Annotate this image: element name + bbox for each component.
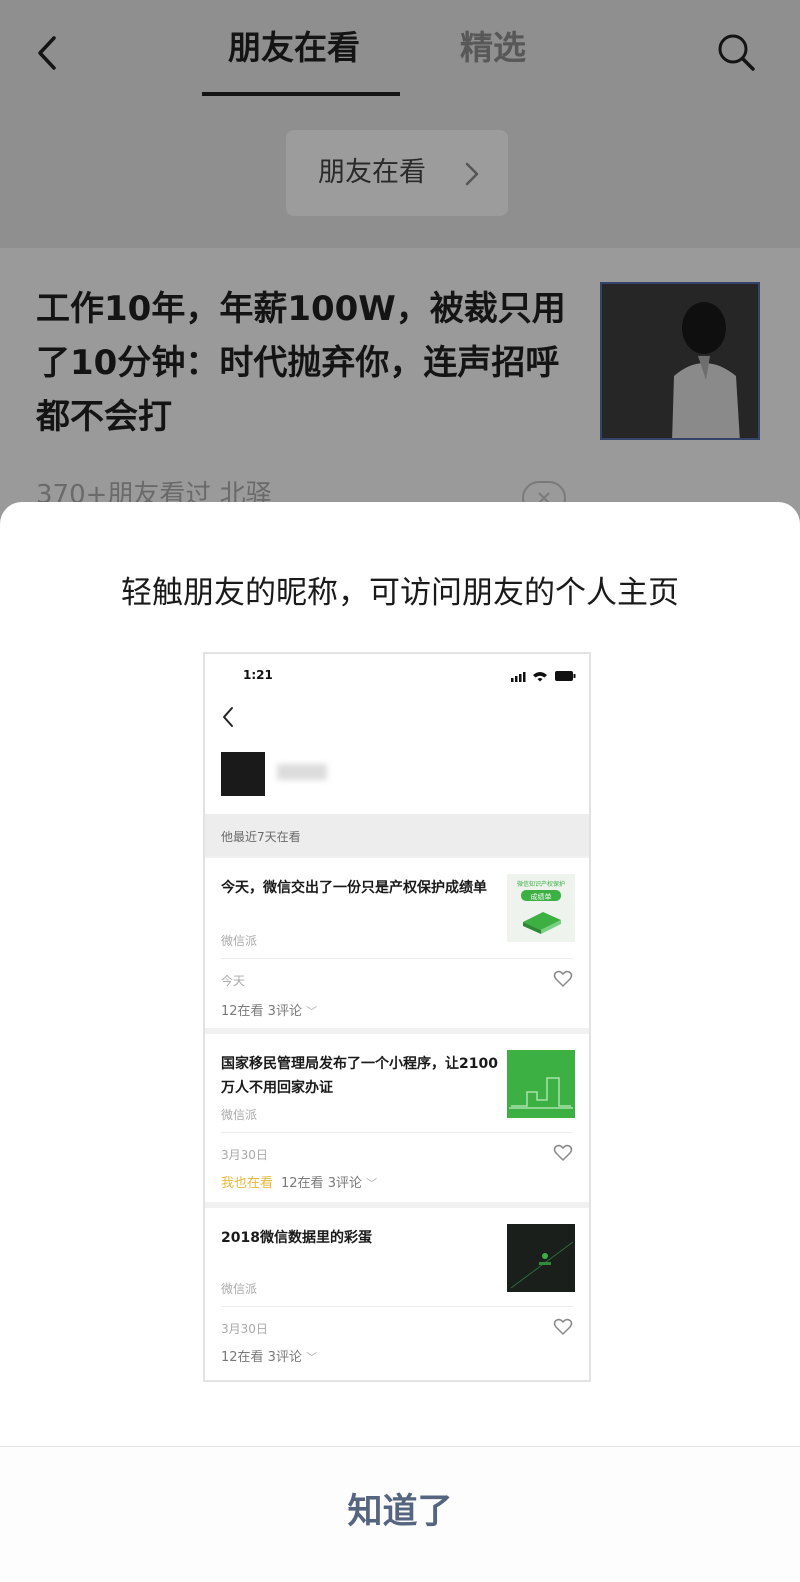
chevron-down-icon: ﹀ <box>366 1177 378 1190</box>
heart-icon <box>553 970 573 988</box>
active-tab-indicator <box>202 92 400 96</box>
battery-icon <box>555 671 573 681</box>
tip-modal: 轻触朋友的昵称，可访问朋友的个人主页 1:21 他最近7天在看 今天，微信交出了… <box>0 502 800 1582</box>
got-it-label: 知道了 <box>347 1492 453 1532</box>
friends-watching-filter[interactable]: 朋友在看 <box>286 130 508 216</box>
list-item: 国家移民管理局发布了一个小程序，让2100万人不用回家办证 微信派 3月30日 … <box>205 1034 589 1202</box>
status-icons <box>511 671 576 682</box>
card-stats: 12在看 3评论 ﹀ <box>221 1004 318 1019</box>
blurred-nickname <box>277 764 327 780</box>
back-arrow-icon <box>223 707 233 727</box>
card-thumbnail: 微信知识产权保护 成绩单 <box>507 874 575 942</box>
svg-text:成绩单: 成绩单 <box>531 892 552 901</box>
preview-header: 1:21 <box>205 654 589 814</box>
card-stats: 12在看 3评论 ﹀ <box>221 1350 318 1365</box>
card-date: 3月30日 <box>221 1148 268 1162</box>
tab-featured[interactable]: 精选 <box>460 26 526 70</box>
recent-section-header: 他最近7天在看 <box>205 814 589 856</box>
article-title[interactable]: 工作10年，年薪100W，被裁只用了10分钟：时代抛弃你，连声招呼都不会打 <box>36 282 576 444</box>
preview-screenshot: 1:21 他最近7天在看 今天，微信交出了一份只是产权保护成绩单 微信派 微信知… <box>203 652 591 1382</box>
filter-label: 朋友在看 <box>318 157 426 188</box>
card-source: 微信派 <box>221 934 258 948</box>
heart-icon <box>553 1318 573 1336</box>
card-date: 3月30日 <box>221 1322 268 1336</box>
heart-icon <box>553 1144 573 1162</box>
tab-friends-watching[interactable]: 朋友在看 <box>228 26 360 70</box>
card-title: 国家移民管理局发布了一个小程序，让2100万人不用回家办证 <box>221 1056 498 1096</box>
preview-clock: 1:21 <box>243 668 273 682</box>
section-label: 他最近7天在看 <box>221 830 301 844</box>
back-arrow-icon <box>38 36 56 70</box>
chevron-down-icon: ﹀ <box>306 1351 318 1364</box>
card-thumbnail <box>507 1050 575 1118</box>
search-button[interactable] <box>714 30 758 74</box>
signal-icon <box>511 678 514 682</box>
search-icon <box>718 34 755 71</box>
svg-text:微信知识产权保护: 微信知识产权保护 <box>517 880 565 888</box>
back-button[interactable] <box>28 28 68 78</box>
wifi-icon <box>533 672 547 682</box>
chevron-right-icon <box>465 162 479 186</box>
list-item: 2018微信数据里的彩蛋 微信派 3月30日 12在看 3评论 ﹀ <box>205 1208 589 1380</box>
list-item: 今天，微信交出了一份只是产权保护成绩单 微信派 微信知识产权保护 成绩单 今天 … <box>205 858 589 1028</box>
card-stats: 我也在看 12在看 3评论 ﹀ <box>221 1176 378 1191</box>
modal-heading: 轻触朋友的昵称，可访问朋友的个人主页 <box>121 575 679 611</box>
got-it-button[interactable]: 知道了 <box>0 1447 800 1582</box>
card-title: 今天，微信交出了一份只是产权保护成绩单 <box>221 880 487 896</box>
card-source: 微信派 <box>221 1108 258 1122</box>
article-thumbnail[interactable] <box>600 282 760 440</box>
card-title: 2018微信数据里的彩蛋 <box>221 1230 372 1246</box>
card-date: 今天 <box>221 974 246 988</box>
card-thumbnail <box>507 1224 575 1292</box>
card-source: 微信派 <box>221 1282 258 1296</box>
chevron-down-icon: ﹀ <box>306 1005 318 1018</box>
me-watching-label: 我也在看 <box>221 1176 274 1191</box>
avatar <box>221 752 265 796</box>
